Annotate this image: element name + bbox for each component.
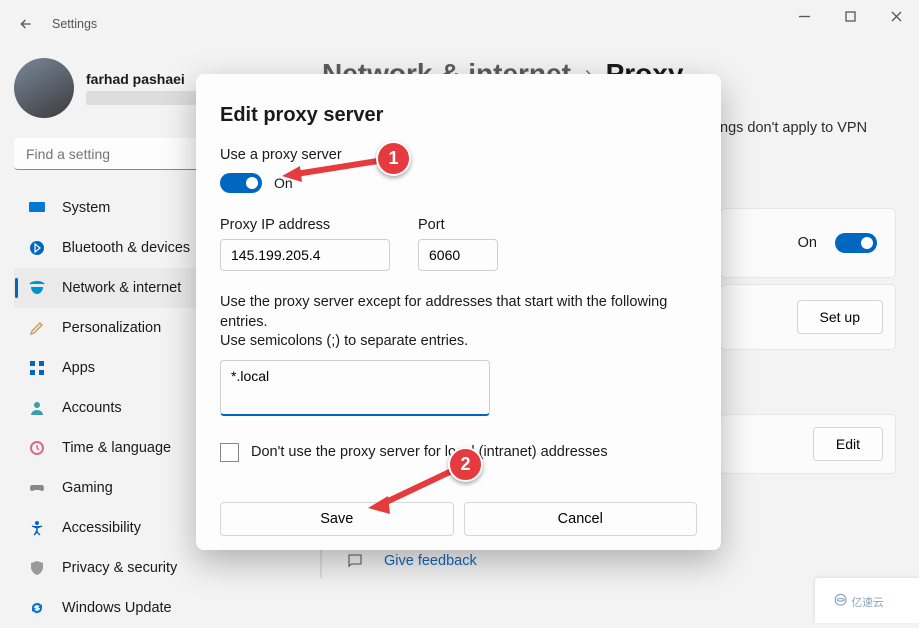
feedback-icon <box>346 552 364 570</box>
back-button[interactable] <box>14 12 38 36</box>
update-icon <box>28 599 46 617</box>
toggle-state-label: On <box>274 175 293 191</box>
local-bypass-label: Don't use the proxy server for local (in… <box>251 444 608 460</box>
accessibility-icon <box>28 519 46 537</box>
nav-label: System <box>62 200 110 216</box>
proxy-auto-card[interactable]: On <box>720 208 896 278</box>
profile-email-blurred <box>86 91 196 105</box>
nav-label: Windows Update <box>62 600 172 616</box>
clock-icon <box>28 439 46 457</box>
use-proxy-toggle[interactable] <box>220 173 262 193</box>
annotation-marker-2: 2 <box>448 447 483 482</box>
watermark: 亿速云 <box>815 578 919 623</box>
dialog-title: Edit proxy server <box>220 104 697 127</box>
annotation-marker-1: 1 <box>376 141 411 176</box>
cancel-button[interactable]: Cancel <box>464 502 698 536</box>
on-label: On <box>798 235 817 251</box>
person-icon <box>28 399 46 417</box>
profile-username: farhad pashaei <box>86 71 196 87</box>
nav-label: Apps <box>62 360 95 376</box>
svg-text:亿速云: 亿速云 <box>851 595 884 608</box>
auto-detect-toggle[interactable] <box>835 233 877 253</box>
monitor-icon <box>28 199 46 217</box>
minimize-button[interactable] <box>781 0 827 32</box>
save-button[interactable]: Save <box>220 502 454 536</box>
wifi-icon <box>28 279 46 297</box>
bluetooth-icon <box>28 239 46 257</box>
vpn-hint-text: ngs don't apply to VPN <box>720 120 867 136</box>
local-bypass-checkbox[interactable] <box>220 443 239 462</box>
nav-label: Personalization <box>62 320 161 336</box>
port-label: Port <box>418 217 498 233</box>
nav-label: Privacy & security <box>62 560 177 576</box>
exceptions-input[interactable] <box>220 360 490 416</box>
apps-icon <box>28 359 46 377</box>
exceptions-description: Use the proxy server except for addresse… <box>220 293 697 352</box>
gamepad-icon <box>28 479 46 497</box>
app-title: Settings <box>52 17 97 31</box>
avatar <box>14 58 74 118</box>
nav-label: Accessibility <box>62 520 141 536</box>
shield-icon <box>28 559 46 577</box>
nav-privacy[interactable]: Privacy & security <box>14 548 300 588</box>
use-proxy-label: Use a proxy server <box>220 147 697 163</box>
paintbrush-icon <box>28 319 46 337</box>
ip-label: Proxy IP address <box>220 217 390 233</box>
proxy-port-input[interactable] <box>418 239 498 271</box>
nav-label: Accounts <box>62 400 122 416</box>
maximize-button[interactable] <box>827 0 873 32</box>
proxy-manual-card[interactable]: Edit <box>720 414 896 474</box>
feedback-link[interactable]: Give feedback <box>384 553 477 569</box>
edit-button[interactable]: Edit <box>813 427 883 461</box>
proxy-ip-input[interactable] <box>220 239 390 271</box>
nav-label: Gaming <box>62 480 113 496</box>
close-button[interactable] <box>873 0 919 32</box>
nav-label: Time & language <box>62 440 171 456</box>
nav-label: Bluetooth & devices <box>62 240 190 256</box>
nav-label: Network & internet <box>62 280 181 296</box>
setup-button[interactable]: Set up <box>797 300 883 334</box>
proxy-script-card[interactable]: Set up <box>720 284 896 350</box>
nav-update[interactable]: Windows Update <box>14 588 300 628</box>
